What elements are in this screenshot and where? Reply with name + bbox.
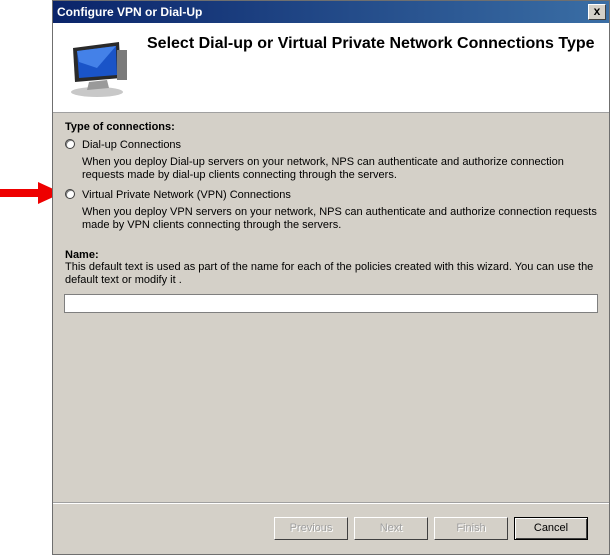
cancel-button[interactable]: Cancel (514, 517, 588, 540)
vpn-radio[interactable] (65, 189, 75, 199)
dialup-radio-label[interactable]: Dial-up Connections (82, 137, 181, 153)
connection-type-label: Type of connections: (65, 121, 175, 133)
dialup-description: When you deploy Dial-up servers on your … (82, 156, 564, 181)
vpn-option[interactable]: Virtual Private Network (VPN) Connection… (64, 187, 599, 203)
finish-button[interactable]: Finish (434, 517, 508, 540)
name-input[interactable] (64, 294, 598, 313)
close-button[interactable]: x (588, 4, 606, 20)
monitor-network-icon (71, 42, 127, 97)
window-title: Configure VPN or Dial-Up (57, 5, 203, 19)
dialup-option[interactable]: Dial-up Connections (64, 137, 599, 153)
footer-divider (53, 502, 609, 504)
dialup-radio[interactable] (65, 139, 75, 149)
vpn-description: When you deploy VPN servers on your netw… (82, 206, 597, 231)
dialog-window: Configure VPN or Dial-Up x Select Dial-u… (52, 0, 610, 555)
next-button[interactable]: Next (354, 517, 428, 540)
name-description: This default text is used as part of the… (65, 261, 594, 286)
title-bar: Configure VPN or Dial-Up x (53, 1, 609, 23)
page-title: Select Dial-up or Virtual Private Networ… (147, 35, 595, 52)
name-label: Name: (65, 249, 99, 261)
previous-button[interactable]: Previous (274, 517, 348, 540)
close-icon: x (593, 4, 601, 18)
wizard-content: Type of connections: Dial-up Connections… (64, 121, 599, 313)
vpn-radio-label[interactable]: Virtual Private Network (VPN) Connection… (82, 187, 291, 203)
wizard-header: Select Dial-up or Virtual Private Networ… (53, 23, 609, 113)
